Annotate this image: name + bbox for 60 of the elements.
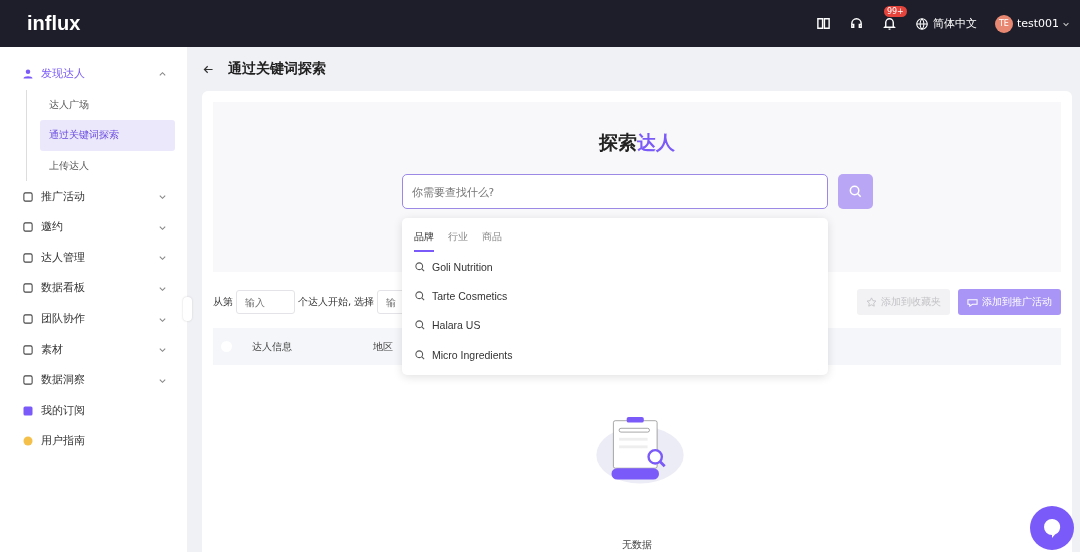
dropdown-tab[interactable]: 品牌 bbox=[414, 224, 434, 252]
language-button[interactable]: 简体中文 bbox=[914, 16, 977, 31]
dropdown-tab[interactable]: 商品 bbox=[482, 224, 502, 252]
sidebar-item[interactable]: 发现达人 bbox=[0, 59, 187, 90]
suggestion-item[interactable]: Goli Nutrition bbox=[402, 252, 828, 282]
menu-icon bbox=[22, 282, 34, 295]
logo[interactable]: influx bbox=[27, 12, 81, 35]
dropdown-tab[interactable]: 行业 bbox=[448, 224, 468, 252]
column-header: 地区 bbox=[373, 339, 393, 354]
chevron-icon[interactable] bbox=[158, 69, 167, 79]
book-icon[interactable] bbox=[815, 16, 831, 31]
menu-icon bbox=[22, 343, 34, 356]
menu-icon bbox=[22, 68, 34, 81]
sidebar-item[interactable]: 我的订阅 bbox=[0, 395, 187, 427]
menu-icon bbox=[22, 190, 34, 203]
globe-icon bbox=[914, 16, 929, 31]
start-field[interactable]: 输入 bbox=[236, 290, 295, 314]
menu-icon bbox=[22, 404, 34, 417]
chevron-icon[interactable] bbox=[158, 345, 167, 355]
menu-icon bbox=[22, 435, 34, 448]
search-field[interactable]: 你需要查找什么? bbox=[401, 174, 828, 209]
bell-icon[interactable] bbox=[881, 16, 897, 31]
sidebar-item[interactable]: 邀约 bbox=[0, 211, 187, 243]
search-icon bbox=[847, 184, 863, 199]
menu-icon bbox=[22, 374, 34, 387]
search-button[interactable] bbox=[837, 174, 873, 209]
headset-icon[interactable] bbox=[848, 16, 864, 31]
sidebar-subitem[interactable]: 达人广场 bbox=[40, 89, 175, 121]
toolbar-label: 个达人开始, 选择 bbox=[298, 295, 375, 309]
suggestion-item[interactable]: Tarte Cosmetics bbox=[402, 281, 828, 311]
suggestion-item[interactable]: Halara US bbox=[402, 310, 828, 340]
sidebar-item[interactable]: 素材 bbox=[0, 334, 187, 365]
chevron-icon[interactable] bbox=[158, 253, 167, 263]
search-icon bbox=[414, 260, 426, 273]
chat-icon bbox=[967, 296, 978, 308]
page-title: 通过关键词探索 bbox=[228, 60, 326, 78]
sidebar-subitem[interactable]: 上传达人 bbox=[40, 150, 175, 182]
user-menu[interactable]: test001 bbox=[1016, 17, 1070, 30]
sidebar-item[interactable]: 用户指南 bbox=[0, 426, 187, 457]
menu-icon bbox=[22, 313, 34, 326]
menu-icon bbox=[22, 221, 34, 234]
star-icon bbox=[866, 296, 877, 308]
sidebar-item[interactable]: 团队协作 bbox=[0, 303, 187, 335]
menu-icon bbox=[22, 251, 34, 264]
sidebar-subitem[interactable]: 通过关键词探索 bbox=[40, 120, 175, 151]
empty-message: 无数据 bbox=[622, 538, 652, 552]
sidebar-item[interactable]: 达人管理 bbox=[0, 242, 187, 274]
sidebar-item[interactable]: 推广活动 bbox=[0, 181, 187, 212]
notification-badge: 99+ bbox=[883, 6, 907, 17]
suggestion-item[interactable]: Micro Ingredients bbox=[402, 339, 828, 370]
hero-title: 探索达人 bbox=[599, 130, 675, 155]
search-icon bbox=[414, 319, 426, 332]
collapse-handle[interactable] bbox=[183, 297, 192, 321]
column-header: 达人信息 bbox=[252, 339, 293, 354]
search-icon bbox=[414, 348, 426, 361]
sidebar-item[interactable]: 数据看板 bbox=[0, 273, 187, 304]
search-icon bbox=[414, 289, 426, 302]
toolbar-label: 从第 bbox=[213, 295, 233, 309]
chevron-icon[interactable] bbox=[158, 192, 167, 202]
sidebar-item[interactable]: 数据洞察 bbox=[0, 364, 187, 396]
